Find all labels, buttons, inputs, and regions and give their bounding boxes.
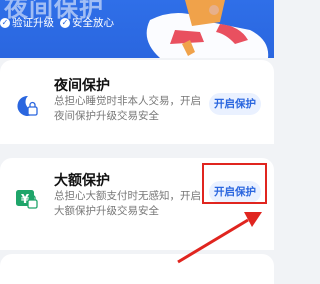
card-description: 总担心睡觉时非本人交易，开启夜间保护升级交易安全 bbox=[54, 95, 201, 122]
highlight-box bbox=[202, 163, 267, 204]
next-card-partial bbox=[0, 254, 274, 284]
card-title: 大额保护 bbox=[54, 173, 110, 189]
hero-banner: 夜间保护 ✓ 验证升级 ✓ 安全放心 bbox=[0, 0, 274, 58]
card-title: 夜间保护 bbox=[54, 78, 110, 94]
card-description: 总担心大额支付时无感知，开启大额保护升级交易安全 bbox=[54, 190, 201, 217]
night-protection-card: 夜间保护 总担心睡觉时非本人交易，开启夜间保护升级交易安全 开启保护 bbox=[0, 60, 274, 144]
feature-item: ✓ 安全放心 bbox=[60, 15, 114, 30]
person-on-sofa-illustration bbox=[146, 0, 269, 58]
feature-list: ✓ 验证升级 ✓ 安全放心 bbox=[0, 15, 114, 30]
enable-night-protection-button[interactable]: 开启保护 bbox=[209, 93, 261, 115]
feature-label: 安全放心 bbox=[72, 17, 114, 29]
feature-item: ✓ 验证升级 bbox=[0, 15, 54, 30]
check-icon: ✓ bbox=[60, 17, 70, 28]
feature-label: 验证升级 bbox=[12, 17, 54, 29]
yen-lock-icon: ¥ bbox=[16, 190, 38, 209]
check-icon: ✓ bbox=[0, 17, 10, 28]
moon-lock-icon bbox=[17, 95, 38, 116]
